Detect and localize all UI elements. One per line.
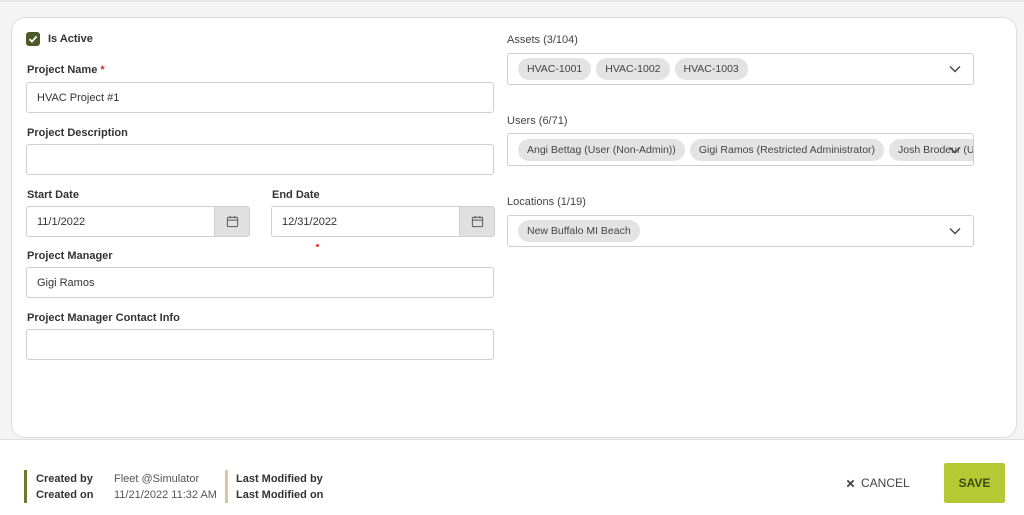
- start-date-label: Start Date: [27, 189, 79, 201]
- end-date-input[interactable]: 12/31/2022: [271, 206, 459, 237]
- start-date-calendar-button[interactable]: [214, 206, 250, 237]
- close-icon: [846, 479, 855, 487]
- created-on-value: 11/21/2022 11:32 AM: [114, 489, 217, 501]
- chevron-down-icon[interactable]: [949, 65, 961, 73]
- chevron-down-icon[interactable]: [949, 227, 961, 235]
- save-button[interactable]: SAVE: [944, 463, 1005, 503]
- is-active-label: Is Active: [48, 33, 93, 45]
- calendar-icon: [471, 215, 483, 228]
- last-modified-by-label: Last Modified by: [236, 473, 323, 485]
- required-marker: *: [100, 64, 105, 76]
- users-label: Users (6/71): [507, 115, 568, 127]
- cancel-label: CANCEL: [861, 476, 910, 490]
- user-chip[interactable]: Gigi Ramos (Restricted Administrator): [689, 138, 885, 161]
- start-date-input[interactable]: 11/1/2022: [26, 206, 214, 237]
- footer-accent-bar: [24, 470, 27, 503]
- project-manager-contact-label: Project Manager Contact Info: [27, 312, 180, 324]
- assets-multiselect[interactable]: HVAC-1001 HVAC-1002 HVAC-1003: [507, 53, 974, 85]
- project-manager-contact-input[interactable]: [26, 329, 494, 360]
- locations-multiselect[interactable]: New Buffalo MI Beach: [507, 215, 974, 247]
- project-manager-label: Project Manager: [27, 250, 113, 262]
- asset-chip[interactable]: HVAC-1001: [518, 58, 592, 80]
- project-manager-input[interactable]: Gigi Ramos: [26, 267, 494, 298]
- created-by-value: Fleet @Simulator: [114, 473, 200, 485]
- created-on-label: Created on: [36, 489, 94, 501]
- assets-label: Assets (3/104): [507, 34, 578, 46]
- project-description-label: Project Description: [27, 127, 128, 139]
- locations-label: Locations (1/19): [507, 196, 586, 208]
- is-active-checkbox[interactable]: [26, 32, 40, 46]
- created-by-label: Created by: [36, 473, 93, 485]
- users-multiselect[interactable]: Angi Bettag (User (Non-Admin)) Gigi Ramo…: [507, 133, 974, 166]
- end-date-label: End Date: [272, 189, 320, 201]
- top-divider: [0, 0, 1024, 2]
- asset-chip[interactable]: HVAC-1002: [596, 58, 670, 80]
- check-icon: [28, 35, 38, 43]
- validation-dot: [316, 244, 319, 247]
- cancel-button[interactable]: CANCEL: [846, 475, 910, 491]
- location-chip[interactable]: New Buffalo MI Beach: [518, 220, 640, 242]
- calendar-icon: [226, 215, 238, 228]
- project-description-input[interactable]: [26, 144, 494, 175]
- project-name-label: Project Name *: [27, 64, 105, 76]
- chevron-down-icon[interactable]: [949, 146, 961, 154]
- asset-chip[interactable]: HVAC-1003: [674, 58, 748, 80]
- project-name-label-text: Project Name: [27, 64, 98, 76]
- user-chip[interactable]: Angi Bettag (User (Non-Admin)): [518, 138, 685, 161]
- last-modified-on-label: Last Modified on: [236, 489, 324, 501]
- end-date-calendar-button[interactable]: [459, 206, 495, 237]
- footer-accent-bar: [225, 470, 228, 503]
- project-name-input[interactable]: HVAC Project #1: [26, 82, 494, 113]
